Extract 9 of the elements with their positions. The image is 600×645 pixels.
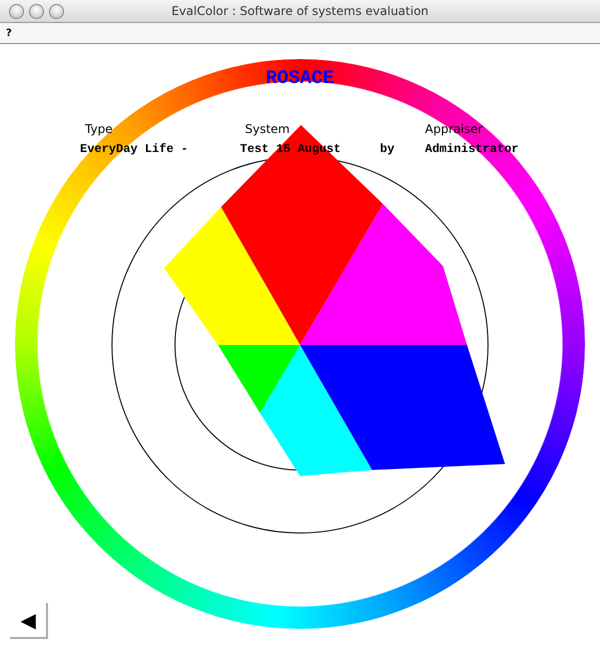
close-button[interactable] xyxy=(9,4,24,18)
minimize-button[interactable] xyxy=(29,4,44,18)
window-title: EvalColor : Software of systems evaluation xyxy=(171,4,429,18)
field-label: System xyxy=(245,122,290,136)
field-value: by xyxy=(380,142,394,156)
zoom-button[interactable] xyxy=(49,4,64,18)
menu-item[interactable]: ? xyxy=(4,28,14,38)
field-label: Type xyxy=(85,122,113,136)
back-button[interactable]: ◀ xyxy=(10,603,48,639)
